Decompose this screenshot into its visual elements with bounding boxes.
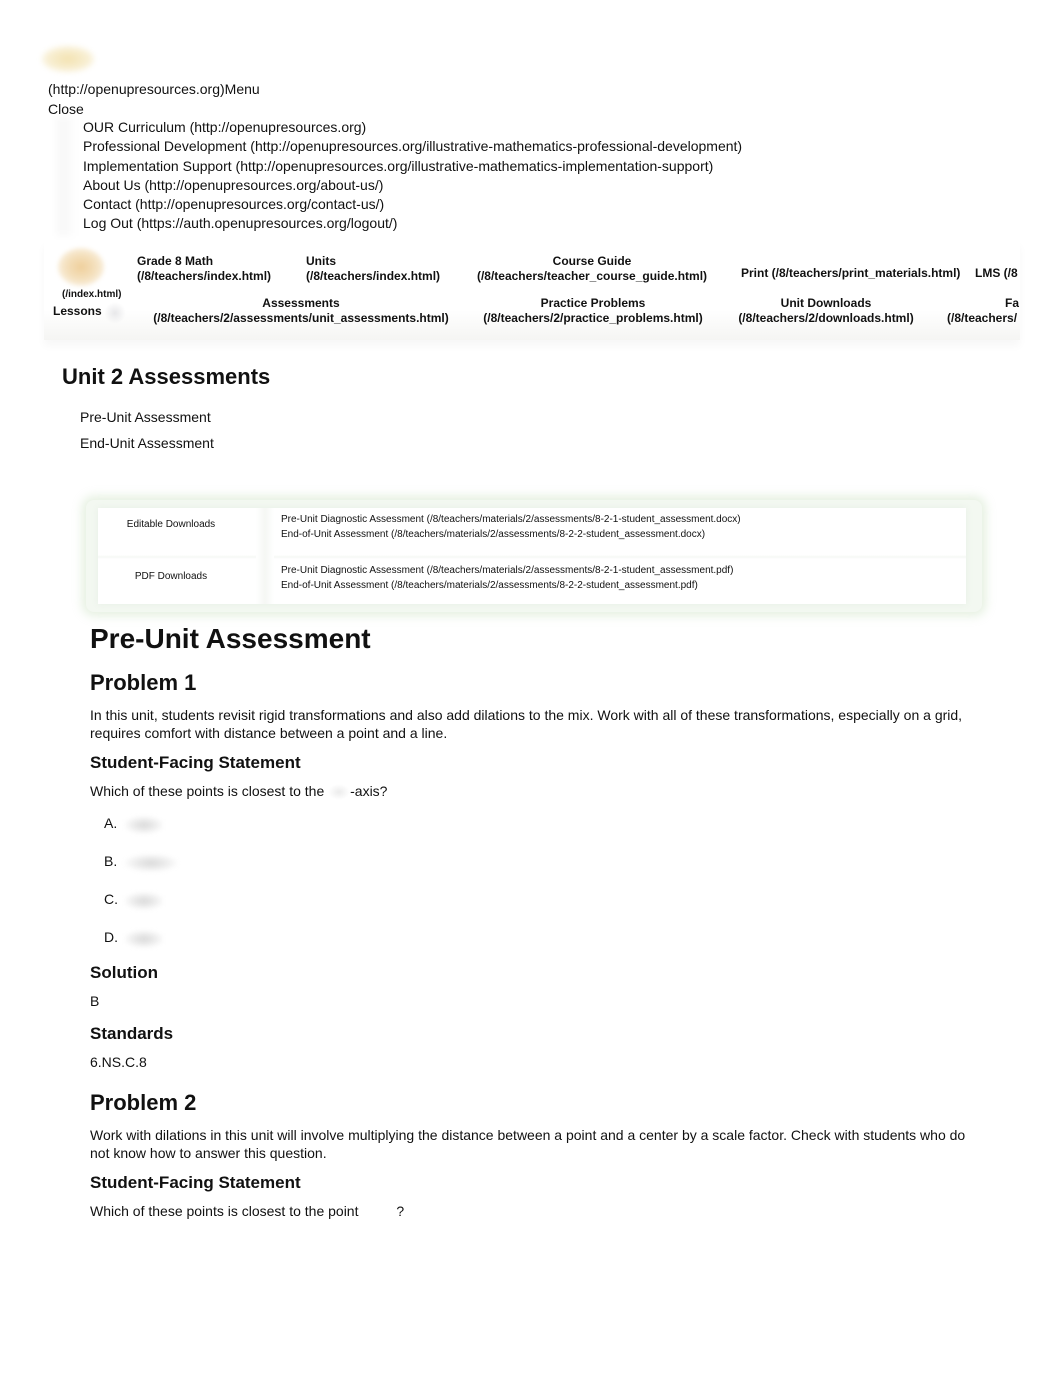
nav-lms[interactable]: LMS (/8 [975, 266, 1019, 281]
nav-print[interactable]: Print (/8/teachers/print_materials.html) [741, 266, 960, 281]
menu-item-contact[interactable]: Contact (http://openupresources.org/cont… [83, 195, 742, 214]
nav-item-title: Practice Problems [540, 296, 646, 310]
choice-letter: A. [104, 815, 118, 832]
download-link-pre-unit-pdf[interactable]: Pre-Unit Diagnostic Assessment (/8/teach… [281, 563, 733, 578]
nav-item-href: (/8/teachers/ [947, 310, 1018, 325]
nav-course-guide[interactable]: Course Guide (/8/teachers/teacher_course… [474, 254, 710, 283]
nav-unit-downloads[interactable]: Unit Downloads (/8/teachers/2/downloads.… [734, 296, 918, 325]
nav-item-title: Course Guide [552, 254, 632, 268]
menu-item-professional-development[interactable]: Professional Development (http://openupr… [83, 137, 742, 156]
math-choice-image [124, 892, 164, 911]
nav-lessons[interactable]: Lessons [53, 304, 102, 318]
statement-text: Which of these points is closest to the [90, 783, 329, 799]
nav-grade-8-math[interactable]: Grade 8 Math (/8/teachers/index.html) [137, 254, 271, 283]
problem-1-statement-heading: Student-Facing Statement [90, 753, 301, 772]
problem-1-title: Problem 1 [90, 670, 197, 695]
nav-item-title: Assessments [262, 296, 340, 310]
pdf-downloads-links: Pre-Unit Diagnostic Assessment (/8/teach… [281, 563, 733, 593]
toc-end-unit-assessment[interactable]: End-Unit Assessment [80, 430, 214, 456]
row-divider [98, 555, 966, 559]
math-variable-x [328, 784, 351, 801]
problem-2-statement: Which of these points is closest to the … [90, 1202, 970, 1220]
site-logo-icon[interactable] [42, 46, 94, 72]
problem-1-choices: A. B. C. D. [90, 814, 970, 966]
editable-downloads-label: Editable Downloads [126, 519, 216, 530]
nav-assessments[interactable]: Assessments (/8/teachers/2/assessments/u… [148, 296, 454, 325]
statement-text-end: ? [396, 1203, 405, 1220]
site-menu: OUR Curriculum (http://openupresources.o… [83, 118, 742, 234]
nav-practice-problems[interactable]: Practice Problems (/8/teachers/2/practic… [478, 296, 708, 325]
choice-a: A. [104, 814, 970, 852]
choice-letter: D. [104, 929, 118, 946]
choice-b: B. [104, 852, 970, 890]
page-title: Unit 2 Assessments [62, 364, 271, 389]
download-link-end-unit-pdf[interactable]: End-of-Unit Assessment (/8/teachers/mate… [281, 578, 733, 593]
solution-value: B [90, 993, 100, 1010]
solution-heading: Solution [90, 963, 158, 983]
menu-item-implementation-support[interactable]: Implementation Support (http://openupres… [83, 157, 742, 176]
menu-item-about-us[interactable]: About Us (http://openupresources.org/abo… [83, 176, 742, 195]
toc-pre-unit-assessment[interactable]: Pre-Unit Assessment [80, 404, 214, 430]
nav-item-title: Unit Downloads [780, 296, 872, 310]
download-link-end-unit-docx[interactable]: End-of-Unit Assessment (/8/teachers/mate… [281, 527, 741, 542]
standards-heading: Standards [90, 1024, 174, 1044]
editable-downloads-links: Pre-Unit Diagnostic Assessment (/8/teach… [281, 512, 741, 542]
nav-family-materials[interactable]: Fa (/8/teachers/ [947, 296, 1019, 325]
math-choice-image [124, 854, 178, 873]
nav-units[interactable]: Units (/8/teachers/index.html) [306, 254, 440, 283]
choice-d: D. [104, 928, 970, 966]
column-divider [256, 508, 274, 604]
problem-2-statement-heading: Student-Facing Statement [90, 1173, 301, 1193]
home-link[interactable]: (/index.html) [62, 289, 121, 300]
choice-letter: C. [104, 891, 118, 908]
math-choice-image [124, 930, 164, 949]
nav-item-title: Grade 8 Math [137, 254, 214, 268]
nav-item-href: (/8/teachers/2/downloads.html) [738, 310, 914, 325]
nav-item-title: Units [306, 254, 336, 268]
math-choice-image [124, 816, 164, 835]
problem-2-title: Problem 2 [90, 1090, 197, 1116]
menu-toggle[interactable]: (http://openupresources.org)Menu [48, 80, 260, 98]
nav-item-href: (/8/teachers/index.html) [137, 268, 272, 283]
nav-item-href: (/8/teachers/2/assessments/unit_assessme… [153, 310, 449, 325]
choice-c: C. [104, 890, 970, 928]
assessment-title: Pre-Unit Assessment [90, 623, 371, 654]
pdf-downloads-label: PDF Downloads [134, 571, 208, 582]
dropdown-icon [104, 302, 126, 324]
standards-value: 6.NS.C.8 [90, 1054, 147, 1071]
assessment-toc: Pre-Unit Assessment End-Unit Assessment [80, 404, 214, 456]
nav-item-href: (/8/teachers/teacher_course_guide.html) [476, 268, 708, 283]
menu-shadow [58, 116, 78, 236]
problem-1-statement: Which of these points is closest to the … [90, 782, 970, 801]
choice-letter: B. [104, 853, 118, 870]
problem-2-narrative: Work with dilations in this unit will in… [90, 1127, 966, 1162]
menu-item-log-out[interactable]: Log Out (https://auth.openupresources.or… [83, 214, 742, 233]
nav-item-href: (/8/teachers/2/practice_problems.html) [483, 310, 703, 325]
statement-text: Which of these points is closest to the … [90, 1203, 363, 1220]
assessment-content: Pre-Unit Assessment Problem 1 In this un… [90, 618, 970, 1220]
home-logo-icon[interactable] [58, 248, 104, 286]
statement-text-end: -axis? [350, 783, 388, 799]
problem-1-narrative: In this unit, students revisit rigid tra… [90, 707, 963, 741]
nav-item-title: Fa [1004, 296, 1019, 310]
menu-item-our-curriculum[interactable]: OUR Curriculum (http://openupresources.o… [83, 118, 742, 137]
nav-item-href: (/8/teachers/index.html) [306, 268, 441, 283]
download-link-pre-unit-docx[interactable]: Pre-Unit Diagnostic Assessment (/8/teach… [281, 512, 741, 527]
